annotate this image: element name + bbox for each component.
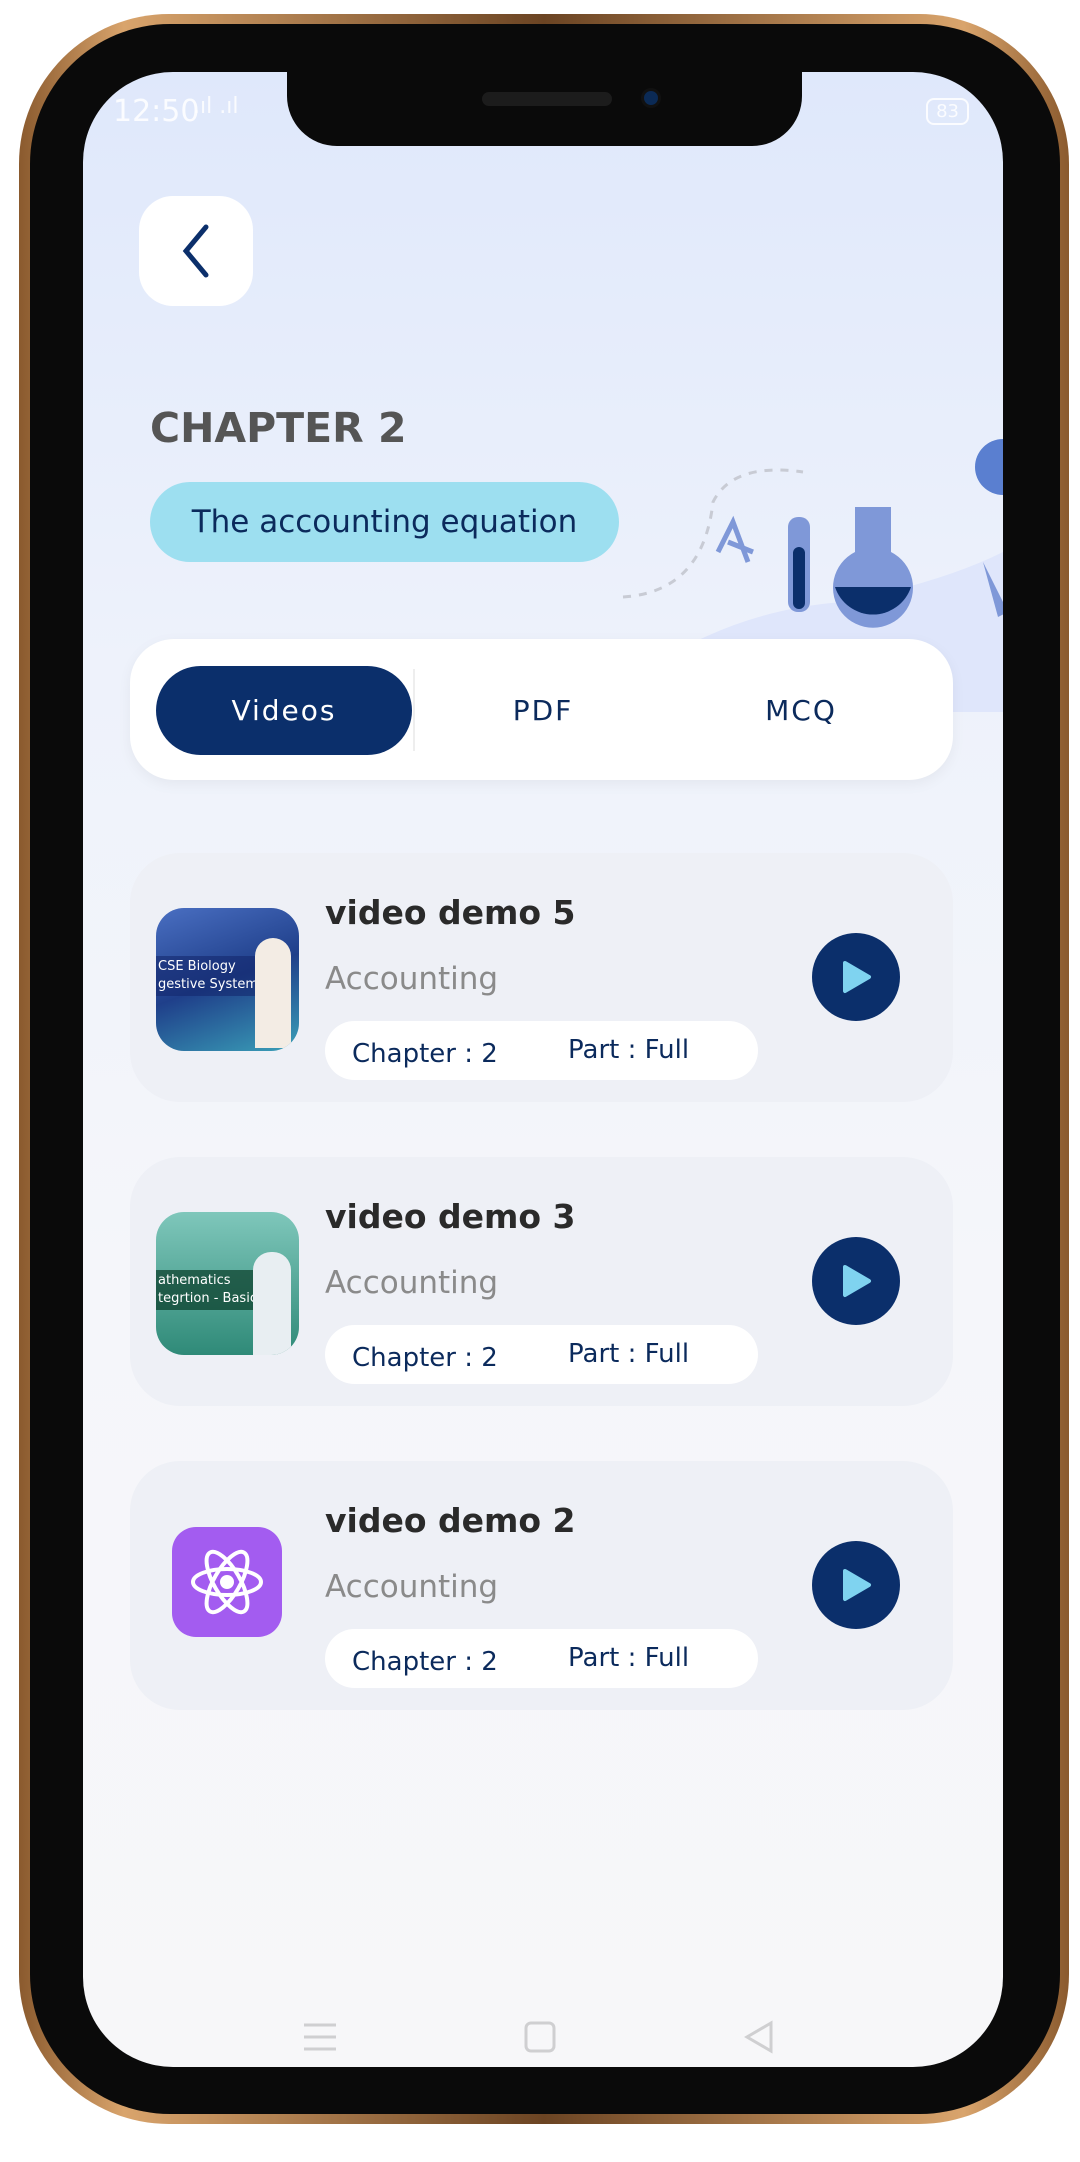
atom-icon	[191, 1549, 263, 1615]
notch	[287, 72, 802, 146]
chapter-title: CHAPTER 2	[150, 404, 407, 452]
video-subject: Accounting	[325, 961, 499, 997]
tab-pdf[interactable]: PDF	[415, 666, 671, 755]
screen: 12:50 .ıl .ıl 83 CHAPTER 2 The accountin…	[83, 72, 1003, 2067]
signal-icon: .ıl .ıl	[193, 94, 239, 119]
video-thumbnail	[172, 1527, 282, 1637]
status-time: 12:50	[113, 94, 200, 129]
video-thumbnail: athematics tegrtion - Basics	[156, 1212, 299, 1355]
video-meta-chip: Chapter : 2 Part : Full	[325, 1629, 758, 1688]
content-tabs: Videos PDF MCQ	[130, 639, 953, 780]
menu-nav-icon[interactable]	[300, 2017, 340, 2057]
home-nav-icon[interactable]	[520, 2017, 560, 2057]
back-button[interactable]	[139, 196, 253, 306]
video-title: video demo 3	[325, 1197, 576, 1236]
topic-pill: The accounting equation	[150, 482, 619, 562]
video-title: video demo 5	[325, 893, 576, 932]
play-icon	[843, 1265, 871, 1297]
play-icon	[843, 961, 871, 993]
video-subject: Accounting	[325, 1265, 499, 1301]
video-subject: Accounting	[325, 1569, 499, 1605]
video-meta-chip: Chapter : 2 Part : Full	[325, 1021, 758, 1080]
play-button[interactable]	[812, 1237, 900, 1325]
video-title: video demo 2	[325, 1501, 576, 1540]
play-button[interactable]	[812, 1541, 900, 1629]
battery-icon: 83	[926, 98, 969, 125]
video-card[interactable]: video demo 2 Accounting Chapter : 2 Part …	[130, 1461, 953, 1710]
back-nav-icon[interactable]	[739, 2017, 779, 2057]
play-button[interactable]	[812, 933, 900, 1021]
tab-mcq[interactable]: MCQ	[673, 666, 929, 755]
video-card[interactable]: CSE Biology gestive System video demo 5 A…	[130, 853, 953, 1102]
video-meta-chip: Chapter : 2 Part : Full	[325, 1325, 758, 1384]
chevron-left-icon	[182, 224, 209, 278]
video-card[interactable]: athematics tegrtion - Basics video demo 3…	[130, 1157, 953, 1406]
play-icon	[843, 1569, 871, 1601]
video-thumbnail: CSE Biology gestive System	[156, 908, 299, 1051]
tab-videos[interactable]: Videos	[156, 666, 412, 755]
